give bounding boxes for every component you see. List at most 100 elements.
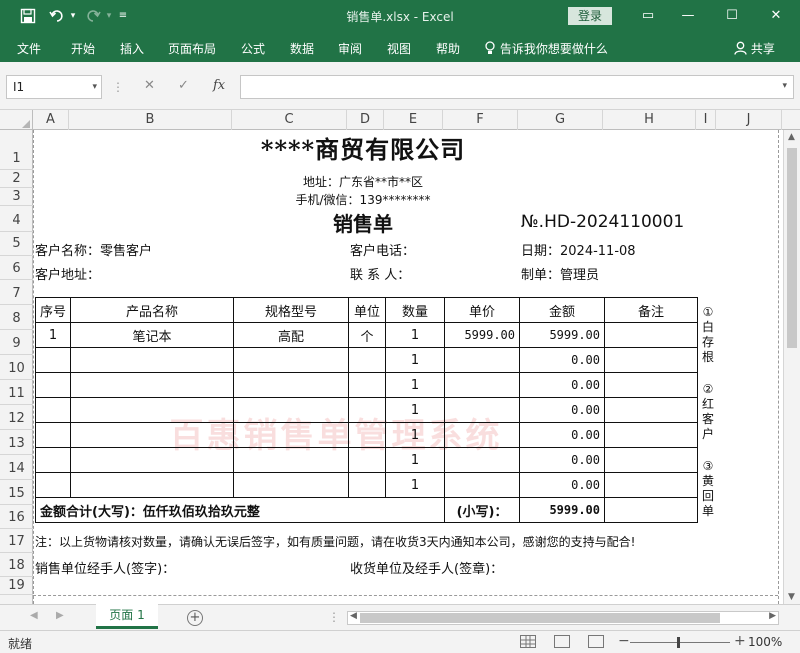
row-header[interactable]: 12 — [0, 405, 33, 430]
scroll-down-icon[interactable]: ▼ — [788, 592, 795, 602]
row-header[interactable]: 19 — [0, 577, 33, 595]
quantity-cell[interactable]: 1 — [385, 322, 446, 348]
row-header[interactable]: 8 — [0, 305, 33, 330]
add-sheet-icon[interactable]: + — [187, 610, 203, 626]
spec-cell[interactable] — [233, 347, 350, 373]
row-number-cell[interactable] — [34, 372, 72, 398]
column-header-j[interactable]: J — [716, 110, 782, 130]
quantity-cell[interactable]: 1 — [385, 422, 446, 448]
quantity-cell[interactable]: 1 — [385, 397, 446, 423]
zoom-level[interactable]: 100% — [748, 635, 782, 649]
share-button[interactable]: 共享 — [734, 40, 775, 57]
quantity-cell[interactable]: 1 — [385, 347, 446, 373]
product-name-cell[interactable]: 笔记本 — [70, 322, 235, 348]
product-name-cell[interactable] — [70, 447, 235, 473]
row-header[interactable]: 4 — [0, 206, 33, 232]
amount-cell[interactable]: 0.00 — [519, 372, 606, 398]
zoom-slider-thumb[interactable] — [677, 637, 680, 648]
remark-cell[interactable] — [604, 347, 699, 373]
amount-cell[interactable]: 0.00 — [519, 472, 606, 498]
redo-icon[interactable] — [82, 6, 104, 26]
amount-cell[interactable]: 0.00 — [519, 422, 606, 448]
unit-price-cell[interactable] — [444, 472, 521, 498]
column-header-h[interactable]: H — [603, 110, 696, 130]
row-header[interactable]: 17 — [0, 529, 33, 553]
tab-view[interactable]: 视图 — [387, 40, 411, 57]
spec-cell[interactable] — [233, 397, 350, 423]
normal-view-icon[interactable] — [520, 635, 536, 648]
total-amount-cell[interactable]: 5999.00 — [519, 497, 606, 523]
quantity-cell[interactable]: 1 — [385, 372, 446, 398]
product-name-cell[interactable] — [70, 372, 235, 398]
spec-cell[interactable] — [233, 372, 350, 398]
row-header[interactable]: 18 — [0, 553, 33, 577]
total-uppercase-cell[interactable]: 金额合计(大写)：伍仟玖佰玖拾玖元整 — [34, 497, 446, 523]
close-icon[interactable]: ✕ — [756, 0, 796, 32]
header-cell[interactable]: 数量 — [385, 297, 446, 323]
horizontal-scrollbar[interactable]: ◀ ▶ — [347, 611, 779, 625]
product-name-cell[interactable] — [70, 347, 235, 373]
spec-cell[interactable] — [233, 447, 350, 473]
quantity-cell[interactable]: 1 — [385, 447, 446, 473]
worksheet-grid[interactable]: A B C D E F G H I J 1 2 3 4 5 6 7 8 9 10… — [0, 110, 800, 604]
cancel-icon[interactable]: ✕ — [144, 78, 155, 93]
total-lowercase-label[interactable]: (小写)： — [444, 497, 521, 523]
unit-price-cell[interactable] — [444, 422, 521, 448]
customize-qat-icon[interactable]: ≡ — [116, 6, 130, 26]
cell-area[interactable]: ****商贸有限公司 地址：广东省**市**区 手机/微信：139*******… — [33, 130, 800, 604]
save-icon[interactable] — [18, 6, 38, 26]
tab-insert[interactable]: 插入 — [120, 40, 144, 57]
undo-icon[interactable] — [46, 6, 68, 26]
prev-sheet-icon[interactable]: ◀ — [30, 610, 38, 621]
tab-home[interactable]: 开始 — [71, 40, 95, 57]
column-header-e[interactable]: E — [384, 110, 443, 130]
sheet-tab-page1[interactable]: 页面 1 — [96, 604, 158, 629]
vertical-scrollbar[interactable]: ▲ ▼ — [783, 130, 800, 604]
enter-icon[interactable]: ✓ — [178, 78, 189, 93]
expand-formula-icon[interactable]: ▾ — [782, 81, 787, 91]
spec-cell[interactable] — [233, 422, 350, 448]
header-cell[interactable]: 备注 — [604, 297, 699, 323]
product-name-cell[interactable] — [70, 397, 235, 423]
amount-cell[interactable]: 0.00 — [519, 347, 606, 373]
unit-cell[interactable] — [348, 472, 387, 498]
remark-cell[interactable] — [604, 422, 699, 448]
amount-cell[interactable]: 0.00 — [519, 447, 606, 473]
row-header[interactable]: 6 — [0, 256, 33, 280]
row-number-cell[interactable] — [34, 447, 72, 473]
select-all-button[interactable] — [0, 110, 33, 130]
spec-cell[interactable] — [233, 472, 350, 498]
vertical-scroll-thumb[interactable] — [787, 148, 797, 348]
tab-page-layout[interactable]: 页面布局 — [168, 40, 216, 57]
next-sheet-icon[interactable]: ▶ — [56, 610, 64, 621]
ribbon-display-icon[interactable]: ▭ — [628, 0, 668, 32]
scroll-right-icon[interactable]: ▶ — [769, 611, 776, 621]
row-header[interactable]: 2 — [0, 170, 33, 188]
column-header-a[interactable]: A — [33, 110, 69, 130]
amount-cell[interactable]: 5999.00 — [519, 322, 606, 348]
maximize-icon[interactable]: ☐ — [712, 0, 752, 32]
scroll-up-icon[interactable]: ▲ — [788, 132, 795, 142]
header-cell[interactable]: 序号 — [34, 297, 72, 323]
total-remark-cell[interactable] — [604, 497, 699, 523]
column-header-g[interactable]: G — [518, 110, 603, 130]
name-box[interactable]: I1 ▾ — [6, 75, 102, 99]
row-header[interactable]: 5 — [0, 232, 33, 256]
remark-cell[interactable] — [604, 322, 699, 348]
quantity-cell[interactable]: 1 — [385, 472, 446, 498]
column-header-i[interactable]: I — [696, 110, 716, 130]
row-number-cell[interactable]: 1 — [34, 322, 72, 348]
tab-split-handle[interactable]: ⋮ — [328, 610, 340, 624]
column-header-b[interactable]: B — [69, 110, 232, 130]
zoom-slider[interactable] — [630, 642, 730, 643]
remark-cell[interactable] — [604, 447, 699, 473]
unit-cell[interactable] — [348, 347, 387, 373]
tab-formulas[interactable]: 公式 — [241, 40, 265, 57]
scroll-left-icon[interactable]: ◀ — [350, 611, 357, 621]
row-header[interactable]: 16 — [0, 505, 33, 529]
tab-review[interactable]: 审阅 — [338, 40, 362, 57]
tab-help[interactable]: 帮助 — [436, 40, 460, 57]
zoom-in-icon[interactable]: + — [734, 633, 746, 649]
row-header[interactable]: 14 — [0, 455, 33, 480]
row-header[interactable]: 9 — [0, 330, 33, 355]
